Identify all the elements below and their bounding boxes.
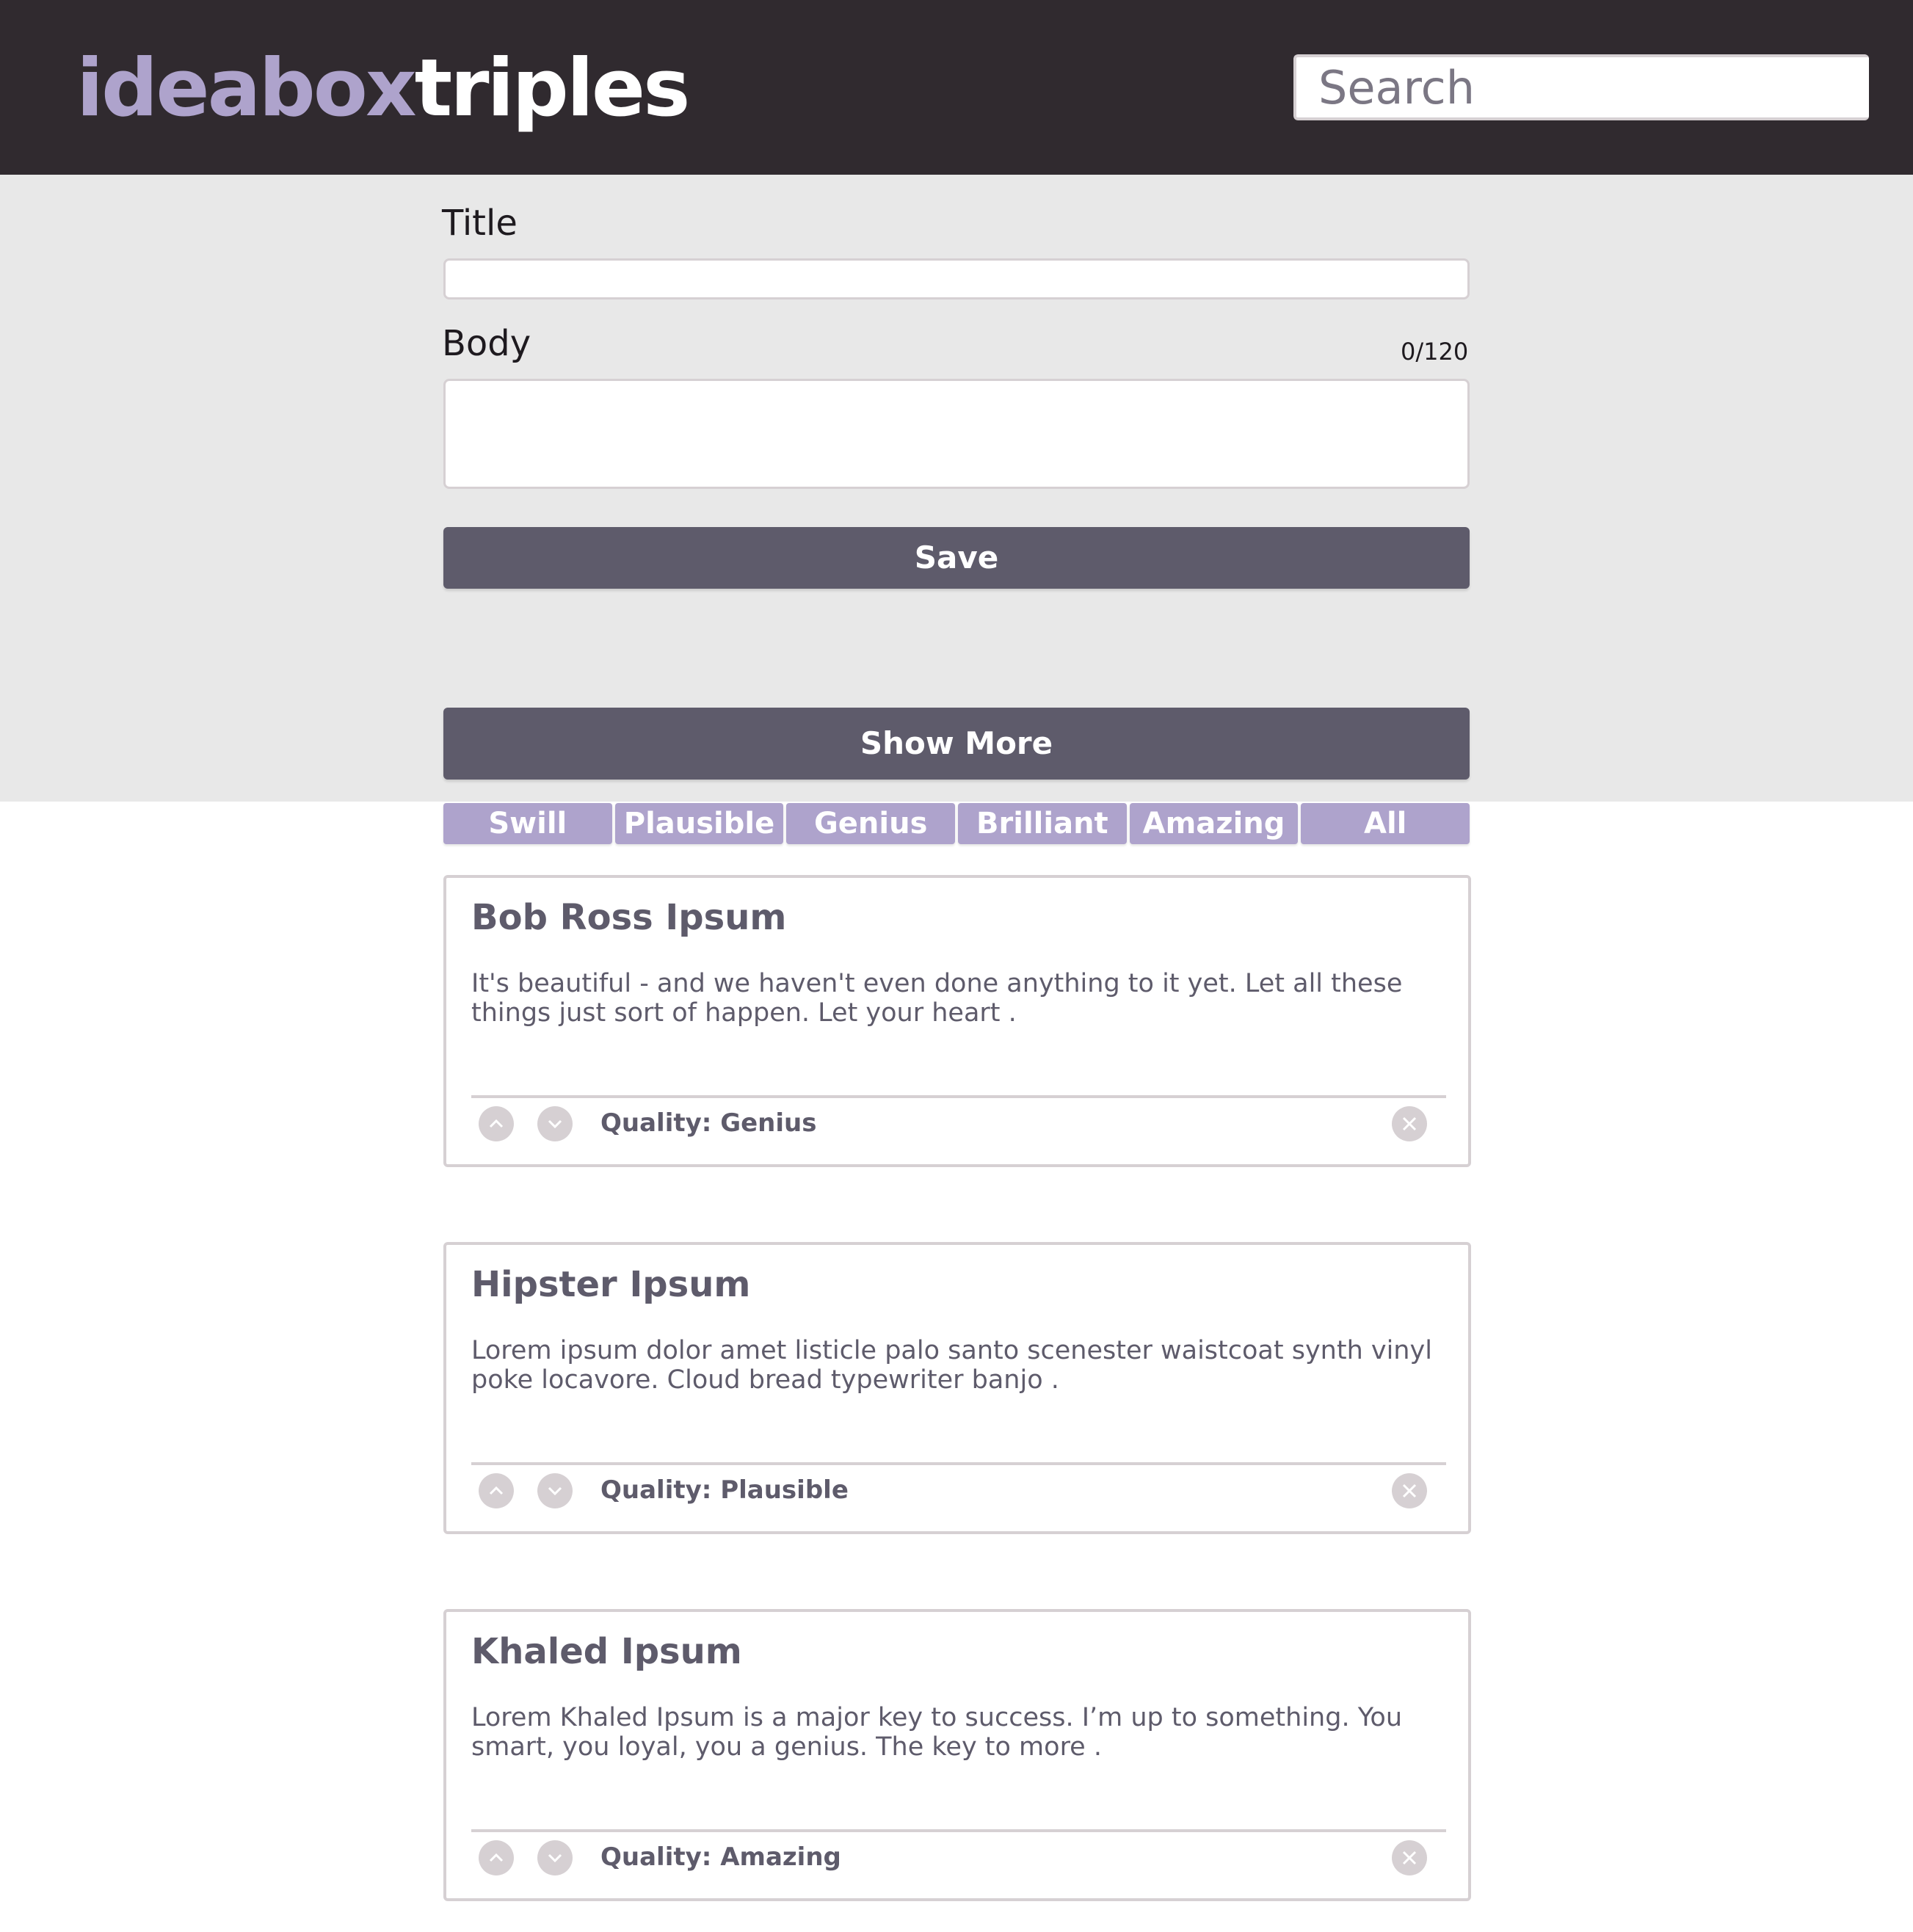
idea-form: Title Body 0/120 Save Swill Plausible Ge… <box>0 175 1913 844</box>
chevron-up-icon <box>489 1853 504 1862</box>
quality-filter-bar: Swill Plausible Genius Brilliant Amazing… <box>443 803 1470 844</box>
idea-body: It's beautiful - and we haven't even don… <box>471 969 1403 1028</box>
chevron-up-icon <box>489 1486 504 1495</box>
chevron-down-icon <box>548 1853 562 1863</box>
filter-plausible-button[interactable]: Plausible <box>614 803 784 844</box>
search-bar <box>1293 54 1869 120</box>
idea-card: Hipster Ipsum Lorem ipsum dolor amet lis… <box>443 1242 1471 1534</box>
upvote-button[interactable] <box>479 1473 514 1508</box>
idea-card-footer: Quality: Plausible <box>471 1462 1446 1531</box>
idea-title: Khaled Ipsum <box>471 1631 742 1672</box>
chevron-down-icon <box>548 1119 562 1129</box>
app-logo: ideaboxtriples <box>76 41 691 137</box>
close-icon <box>1402 1484 1417 1498</box>
title-label: Title <box>442 203 518 244</box>
delete-button[interactable] <box>1392 1840 1427 1875</box>
downvote-button[interactable] <box>537 1106 573 1141</box>
search-input[interactable] <box>1293 54 1869 120</box>
idea-title: Hipster Ipsum <box>471 1264 751 1305</box>
close-icon <box>1402 1116 1417 1131</box>
idea-card-footer: Quality: Genius <box>471 1095 1446 1164</box>
logo-part-ideabox: ideabox <box>76 43 417 134</box>
delete-button[interactable] <box>1392 1106 1427 1141</box>
body-label: Body <box>442 323 531 364</box>
save-button[interactable]: Save <box>443 527 1470 589</box>
title-input[interactable] <box>443 258 1470 299</box>
char-counter: 0/120 <box>1401 338 1469 366</box>
filter-genius-button[interactable]: Genius <box>786 803 956 844</box>
chevron-down-icon <box>548 1486 562 1496</box>
upvote-button[interactable] <box>479 1840 514 1875</box>
downvote-button[interactable] <box>537 1840 573 1875</box>
idea-body: Lorem Khaled Ipsum is a major key to suc… <box>471 1703 1403 1762</box>
body-input[interactable] <box>443 379 1470 489</box>
filter-swill-button[interactable]: Swill <box>443 803 612 844</box>
idea-body: Lorem ipsum dolor amet listicle palo san… <box>471 1336 1432 1395</box>
idea-quality: Quality: Amazing <box>600 1842 841 1872</box>
idea-title: Bob Ross Ipsum <box>471 897 787 938</box>
idea-card: Bob Ross Ipsum It's beautiful - and we h… <box>443 875 1471 1167</box>
show-more-button[interactable]: Show More <box>443 708 1470 780</box>
idea-card-footer: Quality: Amazing <box>471 1829 1446 1898</box>
filter-amazing-button[interactable]: Amazing <box>1129 803 1299 844</box>
filter-all-button[interactable]: All <box>1301 803 1470 844</box>
chevron-up-icon <box>489 1119 504 1128</box>
idea-quality: Quality: Plausible <box>600 1475 849 1505</box>
logo-part-triples: triples <box>414 43 691 134</box>
idea-card: Khaled Ipsum Lorem Khaled Ipsum is a maj… <box>443 1609 1471 1901</box>
app-header: ideaboxtriples <box>0 0 1913 175</box>
delete-button[interactable] <box>1392 1473 1427 1508</box>
filter-brilliant-button[interactable]: Brilliant <box>958 803 1127 844</box>
upvote-button[interactable] <box>479 1106 514 1141</box>
downvote-button[interactable] <box>537 1473 573 1508</box>
close-icon <box>1402 1851 1417 1865</box>
idea-quality: Quality: Genius <box>600 1108 817 1138</box>
